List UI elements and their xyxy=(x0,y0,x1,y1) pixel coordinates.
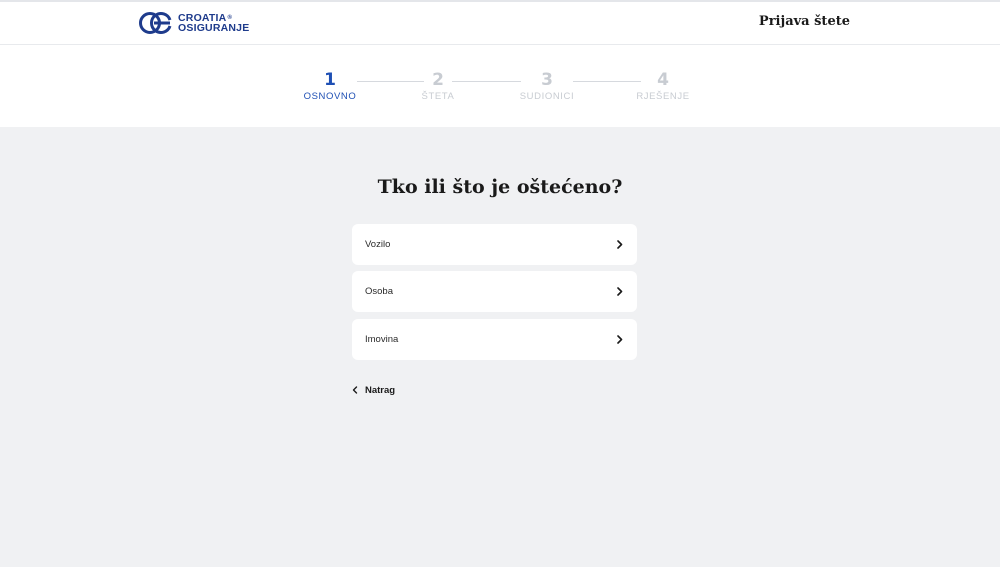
question-heading: Tko ili što je oštećeno? xyxy=(377,176,623,198)
option-label: Vozilo xyxy=(365,239,391,250)
progress-stepper: 1 OSNOVNO 2 ŠTETA 3 SUDIONICI 4 RJEŠENJE xyxy=(0,45,1000,127)
site-header: CROATIA® OSIGURANJE Prijava štete xyxy=(0,2,1000,45)
croatia-osiguranje-logo[interactable]: CROATIA® OSIGURANJE xyxy=(139,11,249,35)
step-number: 3 xyxy=(541,70,553,90)
option-osoba[interactable]: Osoba xyxy=(352,271,637,312)
option-imovina[interactable]: Imovina xyxy=(352,319,637,360)
step-number: 1 xyxy=(324,70,336,90)
step-osnovno: 1 OSNOVNO xyxy=(290,71,370,102)
step-label: RJEŠENJE xyxy=(636,91,690,102)
step-number: 4 xyxy=(657,70,669,90)
option-vozilo[interactable]: Vozilo xyxy=(352,224,637,265)
logo-wordmark: CROATIA® OSIGURANJE xyxy=(178,13,250,34)
logo-line2: OSIGURANJE xyxy=(178,22,250,34)
chevron-right-icon xyxy=(617,335,623,344)
option-label: Imovina xyxy=(365,334,399,345)
step-rjesenje: 4 RJEŠENJE xyxy=(623,71,703,102)
logo-registered: ® xyxy=(227,15,233,21)
back-link[interactable]: Natrag xyxy=(352,384,395,396)
back-label: Natrag xyxy=(365,384,396,396)
logo-mark-icon xyxy=(139,12,172,34)
chevron-right-icon xyxy=(617,240,623,249)
step-label: OSNOVNO xyxy=(303,91,357,102)
step-steta: 2 ŠTETA xyxy=(398,71,478,102)
step-label: SUDIONICI xyxy=(519,91,575,102)
chevron-right-icon xyxy=(617,287,623,296)
page-header-title: Prijava štete xyxy=(758,14,850,29)
step-label: ŠTETA xyxy=(421,91,455,102)
step-sudionici: 3 SUDIONICI xyxy=(507,71,587,102)
chevron-left-icon xyxy=(352,386,358,394)
step-number: 2 xyxy=(432,70,444,90)
option-label: Osoba xyxy=(365,286,393,297)
